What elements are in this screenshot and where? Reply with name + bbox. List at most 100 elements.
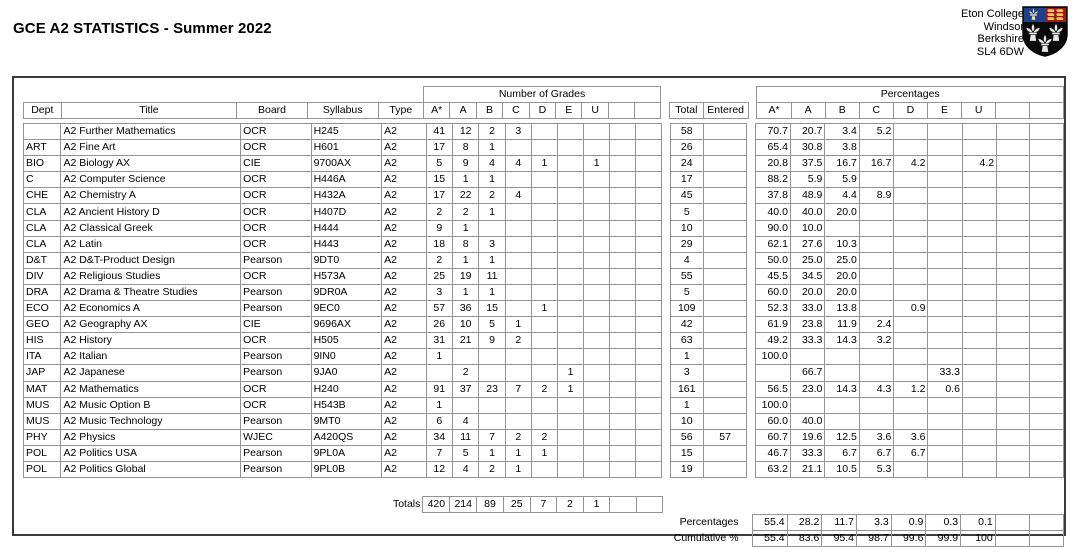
cell-pct-c: 2.4 [858, 316, 895, 334]
cell-pct-u [961, 444, 998, 462]
cell-grade-extra-1 [609, 139, 637, 157]
percentages-b: 11.7 [821, 513, 857, 531]
cell-pct-u [961, 348, 998, 366]
totals-d: 7 [529, 496, 558, 513]
cell-total: 42 [669, 316, 704, 334]
cell-grade-a: 10 [451, 316, 480, 334]
cell-pct-astar: 65.4 [755, 139, 791, 157]
cell-total: 5 [669, 203, 704, 221]
cell-grade-astar: 7 [425, 444, 453, 462]
cell-pct-u [961, 460, 998, 479]
cell-pct-e [927, 300, 963, 318]
cell-syllabus: 9PL0B [310, 460, 383, 479]
cell-title: A2 Economics A [60, 300, 242, 318]
cumulative-row: Cumulative % 55.4 83.6 95.4 98.7 99.6 99… [23, 529, 1065, 547]
cell-title: A2 Music Option B [60, 396, 242, 414]
cumulative-b: 95.4 [821, 529, 857, 547]
cell-pct-extra-1 [996, 332, 1031, 350]
cell-pct-b: 10.5 [824, 460, 860, 479]
cell-pct-astar: 70.7 [755, 122, 791, 141]
cell-pct-c [858, 348, 895, 366]
cell-pct-c [858, 251, 895, 269]
cell-grade-extra-1 [609, 348, 637, 366]
cell-grade-a: 1 [451, 171, 480, 189]
cell-grade-extra-2 [635, 428, 662, 446]
cell-grade-u [583, 171, 611, 189]
cell-pct-astar: 20.8 [755, 155, 791, 173]
percentages-extra-2 [1028, 513, 1065, 531]
cell-grade-b [478, 364, 506, 382]
table-row: C A2 Computer Science OCR H446A A2 15 1 1 17 88.2… [22, 171, 1064, 189]
cell-pct-u [961, 300, 998, 318]
spacer-cell [747, 140, 756, 156]
cell-pct-extra-1 [996, 316, 1031, 334]
cell-pct-c [858, 235, 895, 253]
cell-type: A2 [381, 283, 427, 302]
cell-title: A2 Geography AX [60, 316, 242, 334]
cell-total: 1 [669, 348, 704, 366]
cell-syllabus: H573A [310, 267, 383, 285]
cell-pct-b [824, 219, 860, 237]
cell-grade-b: 5 [478, 316, 506, 334]
group-header-percentages: Percentages [756, 86, 1064, 103]
cell-grade-c: 2 [504, 428, 532, 446]
cell-entered [702, 412, 748, 430]
cell-pct-extra-2 [1029, 396, 1064, 414]
totals-a: 214 [449, 496, 478, 513]
cell-dept: CHE [22, 187, 62, 205]
cell-pct-extra-1 [996, 380, 1031, 398]
cell-grade-extra-2 [635, 444, 662, 462]
cell-pct-extra-1 [996, 300, 1031, 318]
cell-pct-b: 5.9 [824, 171, 860, 189]
cell-syllabus: H245 [310, 122, 383, 141]
cell-total: 161 [669, 380, 704, 398]
col-header-pct-u: U [961, 102, 997, 119]
cell-grade-extra-1 [609, 235, 637, 253]
percentages-a: 28.2 [786, 513, 823, 531]
col-header-grade-astar: A* [422, 102, 451, 119]
cell-entered [702, 203, 748, 221]
cell-grade-extra-2 [635, 283, 662, 302]
cell-pct-c [858, 283, 895, 302]
cell-board: OCR [240, 235, 312, 253]
table-row: DIV A2 Religious Studies OCR H573A A2 25 19 11 5… [22, 267, 1064, 285]
cell-title: A2 D&T-Product Design [60, 251, 242, 269]
cell-pct-b: 13.8 [824, 300, 860, 318]
cell-syllabus: H407D [310, 203, 383, 221]
cell-grade-d [530, 316, 559, 334]
cell-pct-astar: 100.0 [755, 396, 791, 414]
cell-board: Pearson [240, 251, 312, 269]
cell-syllabus: H543B [310, 396, 383, 414]
cell-pct-c [858, 171, 895, 189]
table-row: DRA A2 Drama & Theatre Studies Pearson 9DR0… [22, 283, 1064, 302]
spacer-cell [747, 461, 756, 477]
table-row: JAP A2 Japanese Pearson 9JA0 A2 2 1 3 66.7 33.3 [22, 364, 1064, 382]
table-row: D&T A2 D&T-Product Design Pearson 9DT0 A2 2 1 1… [22, 251, 1064, 269]
cell-pct-c [858, 267, 895, 285]
cell-dept: POL [22, 444, 62, 462]
cell-grade-astar [425, 364, 453, 382]
cell-total: 26 [669, 139, 704, 157]
cell-board: Pearson [240, 364, 312, 382]
table-row: CLA A2 Latin OCR H443 A2 18 8 3 29 62.1 27.6 10.3 [22, 235, 1064, 253]
cell-pct-c [858, 219, 895, 237]
cell-pct-extra-1 [996, 444, 1031, 462]
cell-grade-extra-2 [635, 380, 662, 398]
cell-pct-c: 3.2 [858, 332, 895, 350]
cell-grade-extra-2 [635, 251, 662, 269]
cell-grade-astar: 3 [425, 283, 453, 302]
cell-grade-c: 1 [504, 460, 532, 479]
totals-label: Totals [392, 498, 421, 510]
spacer-cell [661, 268, 670, 284]
cell-grade-e [557, 219, 585, 237]
cell-grade-extra-1 [609, 187, 637, 205]
cell-grade-extra-2 [635, 203, 662, 221]
cell-grade-b: 4 [478, 155, 506, 173]
cell-type: A2 [381, 251, 427, 269]
cell-grade-a: 37 [451, 380, 480, 398]
cell-grade-extra-2 [635, 460, 662, 479]
cell-grade-a [451, 396, 480, 414]
cell-pct-extra-2 [1029, 122, 1064, 141]
cell-grade-extra-2 [635, 412, 662, 430]
cell-grade-extra-2 [635, 267, 662, 285]
